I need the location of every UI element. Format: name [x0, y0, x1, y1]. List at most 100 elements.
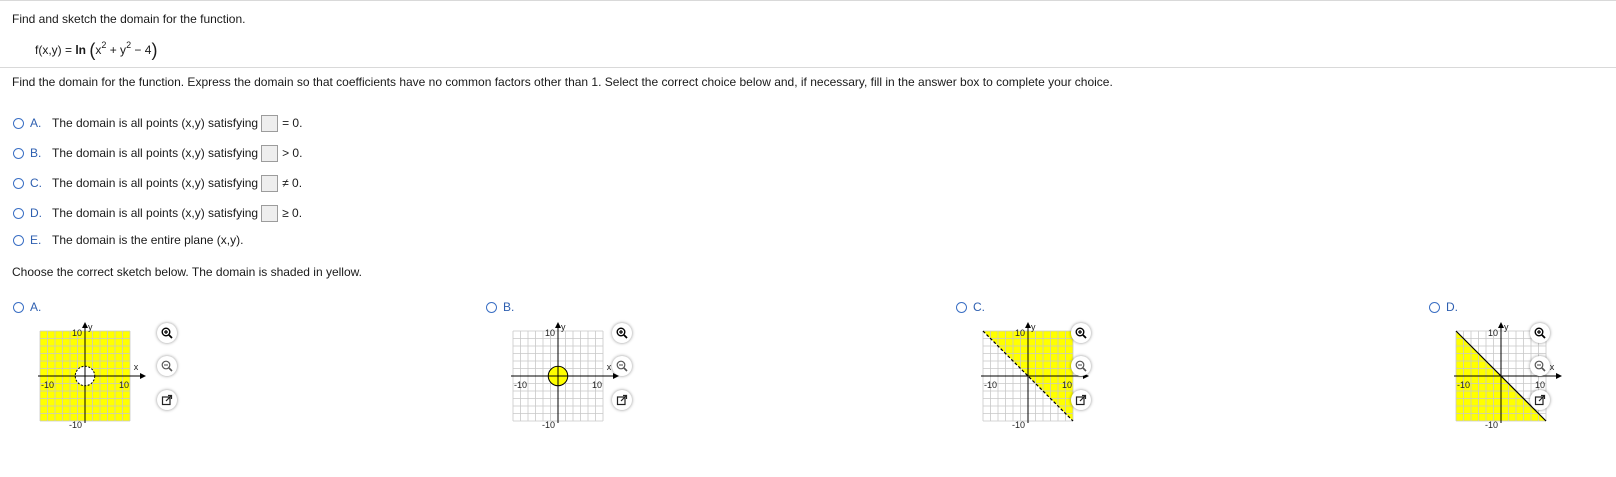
- domain-choice-b[interactable]: B. The domain is all points (x,y) satisf…: [13, 143, 304, 163]
- answer-input[interactable]: [261, 204, 279, 222]
- formula-minus: − 4: [131, 43, 152, 57]
- choice-letter: A.: [30, 116, 42, 130]
- domain-choice-d[interactable]: D. The domain is all points (x,y) satisf…: [13, 203, 304, 223]
- question-title: Find and sketch the domain for the funct…: [12, 12, 246, 26]
- y-tick-label: 10: [1015, 328, 1025, 338]
- y-tick-label: -10: [542, 420, 555, 430]
- function-formula: f(x,y) = ln (x2 + y2 − 4): [35, 40, 158, 60]
- x-tick-label: -10: [514, 380, 527, 390]
- graph-choice-b[interactable]: B.: [486, 300, 525, 314]
- answer-input[interactable]: [261, 174, 279, 192]
- radio-button[interactable]: [13, 301, 24, 313]
- external-link-icon: [616, 394, 628, 406]
- choice-text: The domain is all points (x,y) satisfyin…: [52, 116, 259, 130]
- zoom-out-button[interactable]: [157, 356, 177, 376]
- choice-text: The domain is all points (x,y) satisfyin…: [52, 206, 259, 220]
- radio-button[interactable]: [13, 234, 24, 246]
- domain-choice-a[interactable]: A. The domain is all points (x,y) satisf…: [13, 113, 304, 133]
- radio-button[interactable]: [13, 117, 24, 129]
- y-tick-label: 10: [1488, 328, 1498, 338]
- formula-plus: + y: [106, 43, 127, 57]
- y-tick-label: -10: [1012, 420, 1025, 430]
- x-axis-label: x: [134, 362, 139, 372]
- y-axis-label: y: [1031, 322, 1036, 332]
- top-border: [0, 0, 1616, 1]
- choice-letter: A.: [30, 300, 42, 314]
- choice-relation: = 0.: [282, 116, 303, 130]
- popout-button[interactable]: [1071, 390, 1091, 410]
- sketch-prompt: Choose the correct sketch below. The dom…: [12, 265, 362, 279]
- choice-relation: ≥ 0.: [282, 206, 303, 220]
- choice-relation: ≠ 0.: [282, 176, 303, 190]
- x-tick-label: 10: [592, 380, 602, 390]
- zoom-in-icon: [161, 327, 173, 339]
- domain-choice-c[interactable]: C. The domain is all points (x,y) satisf…: [13, 173, 304, 193]
- radio-button[interactable]: [13, 147, 24, 159]
- radio-button[interactable]: [1429, 301, 1440, 313]
- zoom-in-button[interactable]: [157, 323, 177, 343]
- popout-button[interactable]: [612, 390, 632, 410]
- choice-text: The domain is all points (x,y) satisfyin…: [52, 176, 259, 190]
- x-axis-arrow: [1556, 373, 1562, 379]
- choice-letter: D.: [1446, 300, 1458, 314]
- zoom-in-button[interactable]: [1530, 323, 1550, 343]
- external-link-icon: [161, 394, 173, 406]
- instructions-text: Find the domain for the function. Expres…: [12, 75, 1113, 89]
- section-divider: [0, 67, 1616, 68]
- radio-button[interactable]: [13, 207, 24, 219]
- zoom-in-button[interactable]: [612, 323, 632, 343]
- y-tick-label: -10: [1485, 420, 1498, 430]
- y-axis-label: y: [88, 322, 93, 332]
- zoom-out-button[interactable]: [1071, 356, 1091, 376]
- x-tick-label: -10: [41, 380, 54, 390]
- graph-a[interactable]: 10 y x -10 10 -10: [32, 322, 154, 443]
- radio-button[interactable]: [486, 301, 497, 313]
- graph-d[interactable]: 10 y x -10 10 -10: [1448, 322, 1570, 443]
- radio-button[interactable]: [956, 301, 967, 313]
- choice-relation: > 0.: [282, 146, 303, 160]
- graph-choice-a[interactable]: A.: [13, 300, 52, 314]
- external-link-icon: [1075, 394, 1087, 406]
- zoom-in-icon: [1534, 327, 1546, 339]
- zoom-in-icon: [616, 327, 628, 339]
- graph-choice-d[interactable]: D.: [1429, 300, 1468, 314]
- radio-button[interactable]: [13, 177, 24, 189]
- x-tick-label: -10: [1457, 380, 1470, 390]
- popout-button[interactable]: [1530, 390, 1550, 410]
- graph-b[interactable]: 10 y x -10 10 -10: [505, 322, 627, 443]
- formula-ln: ln: [75, 43, 87, 57]
- zoom-out-button[interactable]: [612, 356, 632, 376]
- domain-choice-e[interactable]: E. The domain is the entire plane (x,y).: [13, 230, 243, 250]
- zoom-in-icon: [1075, 327, 1087, 339]
- x-tick-label: 10: [1535, 380, 1545, 390]
- y-tick-label: 10: [72, 328, 82, 338]
- external-link-icon: [1534, 394, 1546, 406]
- zoom-out-button[interactable]: [1530, 356, 1550, 376]
- choice-text: The domain is all points (x,y) satisfyin…: [52, 146, 259, 160]
- y-axis-label: y: [561, 322, 566, 332]
- choice-letter: B.: [503, 300, 515, 314]
- zoom-out-icon: [161, 360, 173, 372]
- choice-letter: E.: [30, 233, 42, 247]
- choice-letter: C.: [30, 176, 42, 190]
- answer-input[interactable]: [261, 144, 279, 162]
- x-tick-label: -10: [984, 380, 997, 390]
- y-tick-label: -10: [69, 420, 82, 430]
- x-tick-label: 10: [1062, 380, 1072, 390]
- zoom-out-icon: [616, 360, 628, 372]
- choice-text: The domain is the entire plane (x,y).: [52, 233, 244, 247]
- choice-letter: D.: [30, 206, 42, 220]
- x-tick-label: 10: [119, 380, 129, 390]
- formula-lhs: f(x,y) =: [35, 43, 76, 57]
- answer-input[interactable]: [261, 114, 279, 132]
- popout-button[interactable]: [157, 390, 177, 410]
- zoom-out-icon: [1075, 360, 1087, 372]
- zoom-in-button[interactable]: [1071, 323, 1091, 343]
- graph-choice-c[interactable]: C.: [956, 300, 995, 314]
- y-axis-label: y: [1504, 322, 1509, 332]
- x-axis-label: x: [1550, 362, 1555, 372]
- choice-letter: C.: [973, 300, 985, 314]
- x-axis-arrow: [140, 373, 146, 379]
- x-axis-label: x: [607, 362, 612, 372]
- zoom-out-icon: [1534, 360, 1546, 372]
